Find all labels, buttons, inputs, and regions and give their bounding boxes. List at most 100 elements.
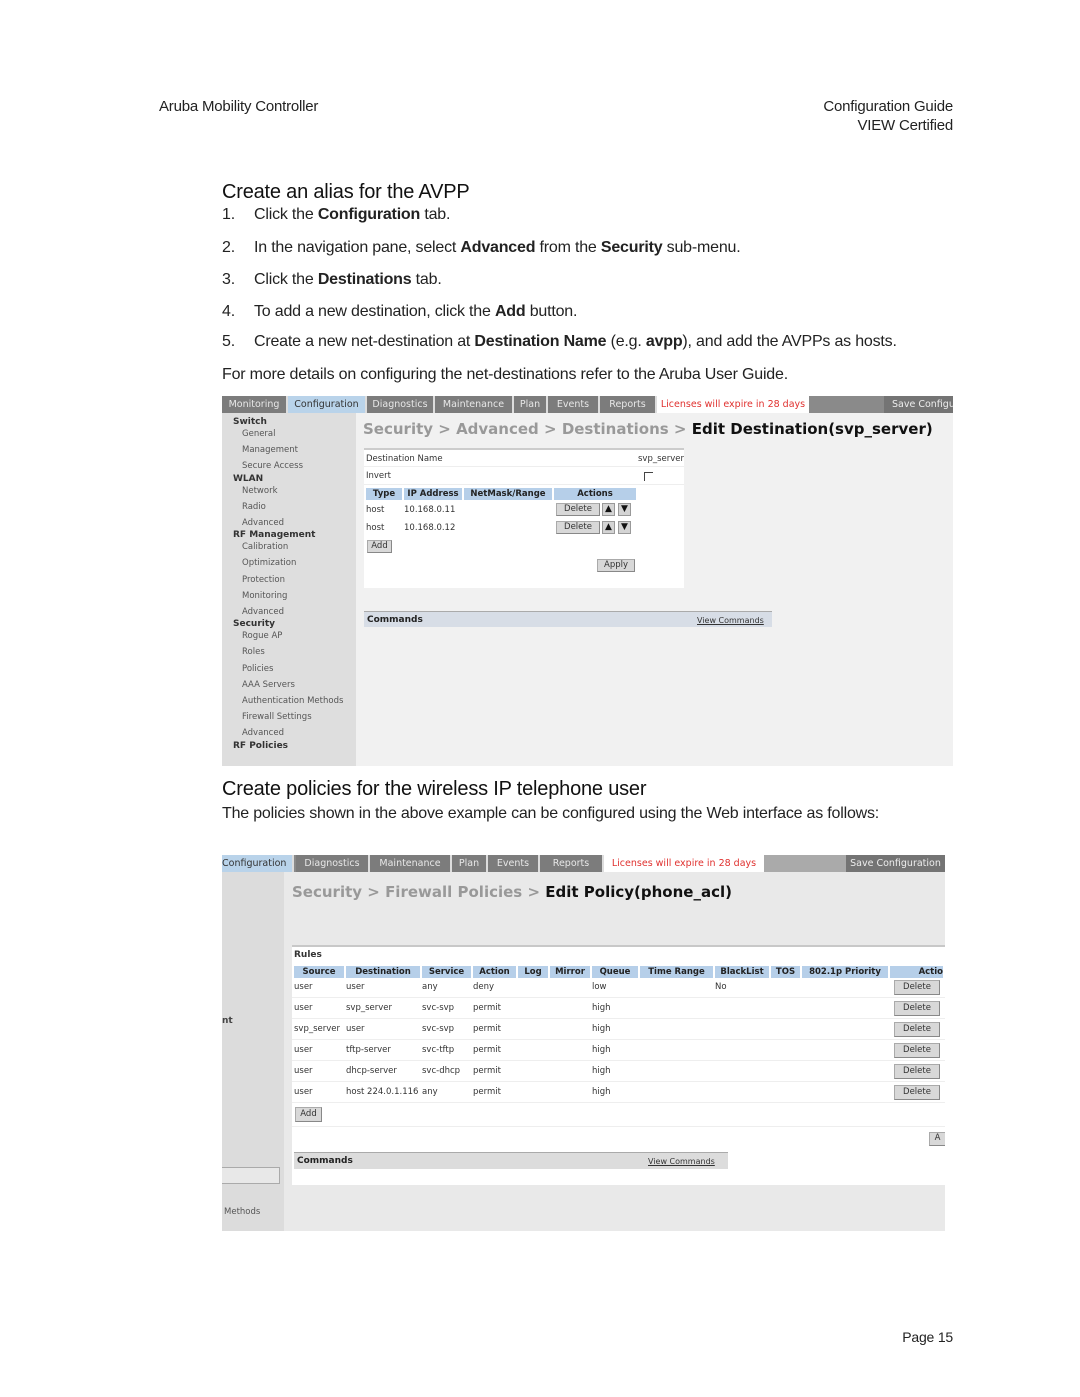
nav-section[interactable]: RF Management bbox=[233, 530, 315, 540]
tab-diagnostics[interactable]: Diagnostics bbox=[367, 396, 435, 413]
nav-item[interactable]: Management bbox=[242, 445, 298, 455]
tab-configuration[interactable]: Configuration bbox=[222, 855, 294, 872]
tab-reports[interactable]: Reports bbox=[600, 396, 657, 413]
tab-maintenance[interactable]: Maintenance bbox=[370, 855, 452, 872]
move-up-icon[interactable]: ▲ bbox=[602, 503, 615, 516]
col-mirror: Mirror bbox=[550, 966, 590, 978]
destination-name-value: svp_server bbox=[638, 454, 685, 464]
tab-diagnostics[interactable]: Diagnostics bbox=[296, 855, 370, 872]
tab-configuration[interactable]: Configuration bbox=[288, 396, 367, 413]
step-emphasis: Security bbox=[600, 239, 663, 256]
nav-item[interactable]: Optimization bbox=[242, 558, 296, 568]
step-number: 5. bbox=[222, 333, 235, 350]
nav-item[interactable]: Rogue AP bbox=[242, 631, 282, 641]
apply-button[interactable]: Apply bbox=[597, 559, 635, 572]
navigation-pane: Switch General Management Secure Access WLAN… bbox=[222, 413, 356, 766]
tab-maintenance[interactable]: Maintenance bbox=[435, 396, 514, 413]
cell-service: any bbox=[422, 1087, 438, 1097]
nav-item[interactable]: Monitoring bbox=[242, 591, 287, 601]
delete-button[interactable]: Delete bbox=[894, 1085, 940, 1100]
tab-plan[interactable]: Plan bbox=[514, 396, 548, 413]
nav-item[interactable]: Roles bbox=[242, 647, 265, 657]
breadcrumb-destinations[interactable]: Destinations bbox=[562, 420, 669, 438]
tab-plan[interactable]: Plan bbox=[452, 855, 488, 872]
breadcrumb-firewall-policies[interactable]: Firewall Policies bbox=[385, 883, 522, 901]
breadcrumb-security[interactable]: Security bbox=[363, 420, 433, 438]
invert-checkbox[interactable] bbox=[644, 472, 653, 481]
cell-action: permit bbox=[473, 1003, 501, 1013]
delete-button[interactable]: Delete bbox=[894, 980, 940, 995]
section-title-policies: Create policies for the wireless IP tele… bbox=[222, 778, 647, 800]
add-button[interactable]: Add bbox=[367, 540, 392, 553]
nav-section[interactable]: Switch bbox=[233, 417, 267, 427]
step-item: 5. Create a new net-destination at Destin… bbox=[222, 333, 897, 351]
nav-item[interactable]: Firewall Settings bbox=[242, 712, 312, 722]
nav-item[interactable]: Network bbox=[242, 486, 278, 496]
step-text: from the bbox=[535, 239, 601, 256]
tab-spacer bbox=[764, 855, 846, 872]
tab-reports[interactable]: Reports bbox=[540, 855, 604, 872]
invert-label: Invert bbox=[366, 471, 391, 481]
tab-events[interactable]: Events bbox=[548, 396, 600, 413]
step-item: 1. Click the Configuration tab. bbox=[222, 206, 450, 224]
save-configuration-button[interactable]: Save Configuration bbox=[846, 855, 945, 872]
nav-item[interactable]: Advanced bbox=[242, 728, 284, 738]
nav-item[interactable]: Calibration bbox=[242, 542, 288, 552]
delete-button[interactable]: Delete bbox=[894, 1064, 940, 1079]
breadcrumb-security[interactable]: Security bbox=[292, 883, 362, 901]
view-commands-link[interactable]: View Commands bbox=[697, 616, 764, 625]
save-configuration-button[interactable]: Save Configu bbox=[884, 396, 953, 413]
nav-section[interactable]: WLAN bbox=[233, 474, 263, 484]
delete-button[interactable]: Delete bbox=[556, 503, 600, 516]
delete-button[interactable]: Delete bbox=[556, 521, 600, 534]
nav-section[interactable]: RF Policies bbox=[233, 741, 288, 751]
tab-bar: Configuration Diagnostics Maintenance Pl… bbox=[222, 855, 945, 872]
row-divider bbox=[292, 1018, 945, 1019]
breadcrumb-advanced[interactable]: Advanced bbox=[456, 420, 539, 438]
rules-panel: Rules Source Destination Service Action Log M… bbox=[292, 945, 945, 1185]
nav-item[interactable]: Secure Access bbox=[242, 461, 303, 471]
col-tos: TOS bbox=[771, 966, 800, 978]
nav-item[interactable]: Advanced bbox=[242, 518, 284, 528]
nav-item[interactable]: Authentication Methods bbox=[242, 696, 343, 706]
delete-button[interactable]: Delete bbox=[894, 1022, 940, 1037]
section-title-alias: Create an alias for the AVPP bbox=[222, 181, 470, 203]
view-commands-link[interactable]: View Commands bbox=[648, 1157, 715, 1166]
destination-form: Destination Name svp_server Invert Type … bbox=[364, 448, 684, 588]
nav-section[interactable]: Security bbox=[233, 619, 275, 629]
move-down-icon[interactable]: ▼ bbox=[618, 521, 631, 534]
breadcrumb-separator: > bbox=[433, 420, 457, 438]
cell-source: user bbox=[294, 1045, 313, 1055]
delete-button[interactable]: Delete bbox=[894, 1043, 940, 1058]
step-emphasis: avpp bbox=[645, 333, 683, 350]
tab-events[interactable]: Events bbox=[488, 855, 540, 872]
nav-fragment[interactable]: Methods bbox=[224, 1207, 260, 1217]
row-ip: 10.168.0.12 bbox=[404, 523, 456, 533]
commands-bar: Commands View Commands bbox=[294, 1152, 728, 1169]
move-down-icon[interactable]: ▼ bbox=[618, 503, 631, 516]
license-notice: Licenses will expire in 28 days bbox=[657, 396, 809, 413]
col-log: Log bbox=[518, 966, 548, 978]
cell-queue: high bbox=[592, 1066, 611, 1076]
add-button[interactable]: Add bbox=[295, 1107, 322, 1122]
step-text: tab. bbox=[420, 206, 451, 223]
breadcrumb-separator: > bbox=[362, 883, 386, 901]
nav-item[interactable]: Protection bbox=[242, 575, 285, 585]
cell-action: permit bbox=[473, 1024, 501, 1034]
apply-button[interactable]: A bbox=[929, 1132, 945, 1146]
nav-item[interactable]: Radio bbox=[242, 502, 266, 512]
step-text: Click the bbox=[254, 206, 318, 223]
nav-item[interactable]: Advanced bbox=[242, 607, 284, 617]
breadcrumb-current: Edit Policy(phone_acl) bbox=[545, 883, 732, 901]
nav-fragment[interactable]: nt bbox=[222, 1016, 233, 1026]
row-divider bbox=[292, 1081, 945, 1082]
step-emphasis: Add bbox=[494, 303, 526, 320]
nav-item[interactable]: General bbox=[242, 429, 276, 439]
nav-input[interactable] bbox=[222, 1167, 280, 1184]
commands-label: Commands bbox=[297, 1156, 353, 1166]
tab-monitoring[interactable]: Monitoring bbox=[222, 396, 288, 413]
move-up-icon[interactable]: ▲ bbox=[602, 521, 615, 534]
nav-item[interactable]: AAA Servers bbox=[242, 680, 295, 690]
delete-button[interactable]: Delete bbox=[894, 1001, 940, 1016]
nav-item[interactable]: Policies bbox=[242, 664, 273, 674]
